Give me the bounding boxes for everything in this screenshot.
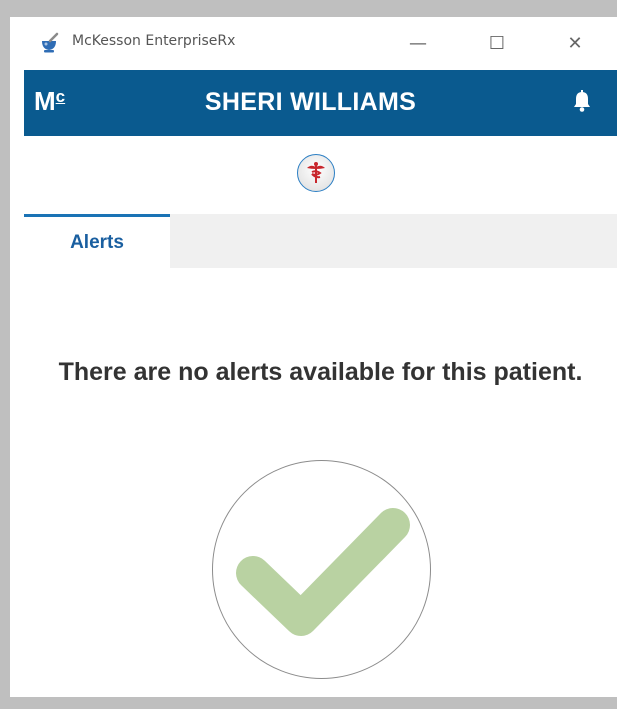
maximize-icon: ☐ [488, 32, 506, 54]
close-icon: ✕ [567, 32, 583, 54]
close-button[interactable]: ✕ [555, 27, 595, 59]
window-title: McKesson EnterpriseRx [72, 33, 236, 49]
bell-icon[interactable] [569, 88, 595, 114]
no-alerts-message: There are no alerts available for this p… [58, 358, 583, 386]
caduceus-icon [307, 162, 325, 183]
status-circle [212, 460, 431, 679]
tab-alerts[interactable]: Alerts [24, 214, 170, 268]
clinical-button[interactable] [297, 154, 335, 192]
maximize-button[interactable]: ☐ [477, 27, 517, 59]
app-window: McKesson EnterpriseRx — ☐ ✕ Mc SHERI WIL… [10, 17, 617, 697]
toolbar-row [24, 136, 617, 214]
patient-header: Mc SHERI WILLIAMS [24, 70, 617, 136]
title-bar[interactable]: McKesson EnterpriseRx — ☐ ✕ [10, 17, 617, 70]
minimize-icon: — [409, 32, 427, 54]
tab-alerts-label: Alerts [70, 231, 124, 253]
tab-bar: Alerts [24, 214, 617, 268]
checkmark-icon [236, 508, 410, 636]
patient-name: SHERI WILLIAMS [204, 88, 417, 116]
minimize-button[interactable]: — [398, 27, 438, 59]
mortar-pestle-icon [42, 32, 59, 53]
alerts-panel: There are no alerts available for this p… [24, 268, 617, 697]
